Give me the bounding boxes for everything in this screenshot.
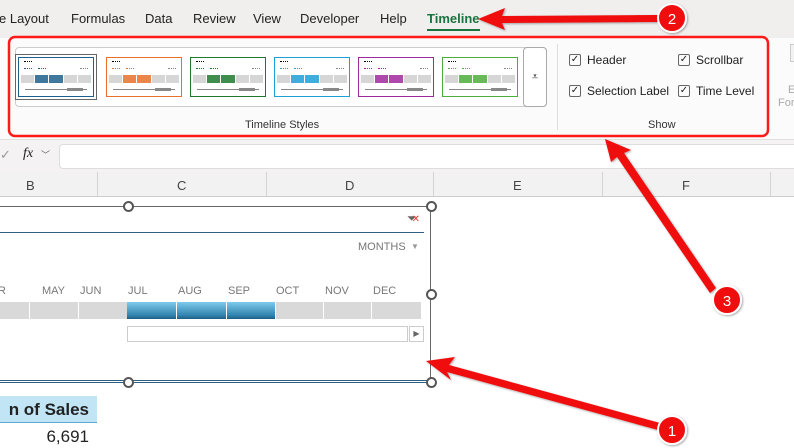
highlight-rectangle (7, 35, 770, 138)
annotation-layer: 2 3 1 (7, 3, 770, 445)
arrow-2 (478, 8, 658, 30)
arrow-3 (605, 139, 716, 293)
callout-1-label: 1 (668, 423, 676, 440)
callout-3-label: 3 (723, 293, 731, 310)
arrow-1 (426, 357, 660, 430)
callout-2-label: 2 (668, 11, 676, 28)
